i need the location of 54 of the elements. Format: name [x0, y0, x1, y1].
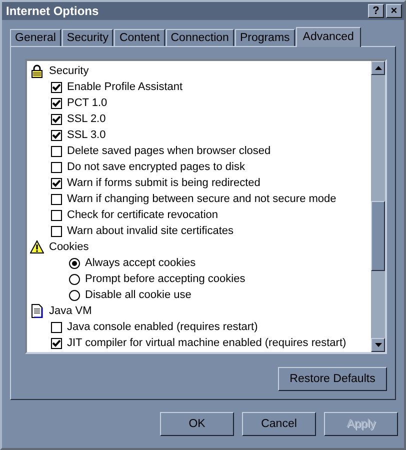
option-label: Java console enabled (requires restart): [67, 321, 258, 333]
tab[interactable]: Security: [62, 29, 114, 46]
lock-icon: [30, 64, 44, 78]
document-icon: [30, 304, 44, 318]
option-label: Warn if changing between secure and not secure mode: [67, 193, 336, 205]
restore-defaults-button[interactable]: Restore Defaults: [278, 367, 387, 391]
checkbox[interactable]: [51, 82, 62, 92]
help-button[interactable]: ?: [368, 4, 384, 18]
dialog-button[interactable]: Cancel: [242, 412, 316, 436]
close-button[interactable]: ×: [386, 4, 402, 18]
option-label: Warn about invalid site certificates: [67, 225, 234, 237]
dialog-button[interactable]: OK: [160, 412, 234, 436]
option-label: Always accept cookies: [85, 257, 196, 269]
scroll-up-button[interactable]: [371, 61, 385, 75]
radio-button[interactable]: [69, 258, 80, 268]
option-label: JIT compiler for virtual machine enabled (requires restart): [67, 337, 346, 349]
down-arrow-icon: [374, 343, 382, 347]
group-label: Cookies: [49, 241, 89, 253]
option-label: Disable all cookie use: [85, 289, 192, 301]
warning-icon: [30, 240, 44, 254]
radio-button[interactable]: [69, 274, 80, 284]
option-label: Warn if forms submit is being redirected: [67, 177, 260, 189]
checkbox[interactable]: [51, 210, 62, 220]
group-label: Security: [49, 65, 89, 77]
tab[interactable]: Advanced: [296, 27, 361, 47]
checkbox[interactable]: [51, 146, 62, 156]
option-label: SSL 2.0: [67, 113, 106, 125]
option-label: SSL 3.0: [67, 129, 106, 141]
tab[interactable]: Connection: [166, 29, 234, 46]
checkbox[interactable]: [51, 338, 62, 348]
option-label: PCT 1.0: [67, 97, 108, 109]
radio-button[interactable]: [69, 290, 80, 300]
checkbox[interactable]: [51, 178, 62, 188]
checkbox[interactable]: [51, 98, 62, 108]
checkbox[interactable]: [51, 194, 62, 204]
option-label: Do not save encrypted pages to disk: [67, 161, 245, 173]
scroll-thumb[interactable]: [371, 201, 385, 271]
up-arrow-icon: [374, 66, 382, 70]
scroll-down-button[interactable]: [371, 338, 385, 352]
option-label: Delete saved pages when browser closed: [67, 145, 271, 157]
scrollbar[interactable]: [371, 61, 385, 352]
option-label: Prompt before accepting cookies: [85, 273, 246, 285]
window-title: Internet Options: [6, 4, 100, 18]
option-label: Check for certificate revocation: [67, 209, 218, 221]
checkbox[interactable]: [51, 162, 62, 172]
checkbox[interactable]: [51, 322, 62, 332]
checkbox[interactable]: [51, 130, 62, 140]
tab[interactable]: Programs: [234, 29, 295, 46]
checkbox[interactable]: [51, 226, 62, 236]
checkbox[interactable]: [51, 114, 62, 124]
group-label: Java VM: [49, 305, 92, 317]
option-label: Enable Profile Assistant: [67, 81, 183, 93]
tab[interactable]: General: [10, 29, 61, 46]
tab[interactable]: Content: [114, 29, 165, 46]
